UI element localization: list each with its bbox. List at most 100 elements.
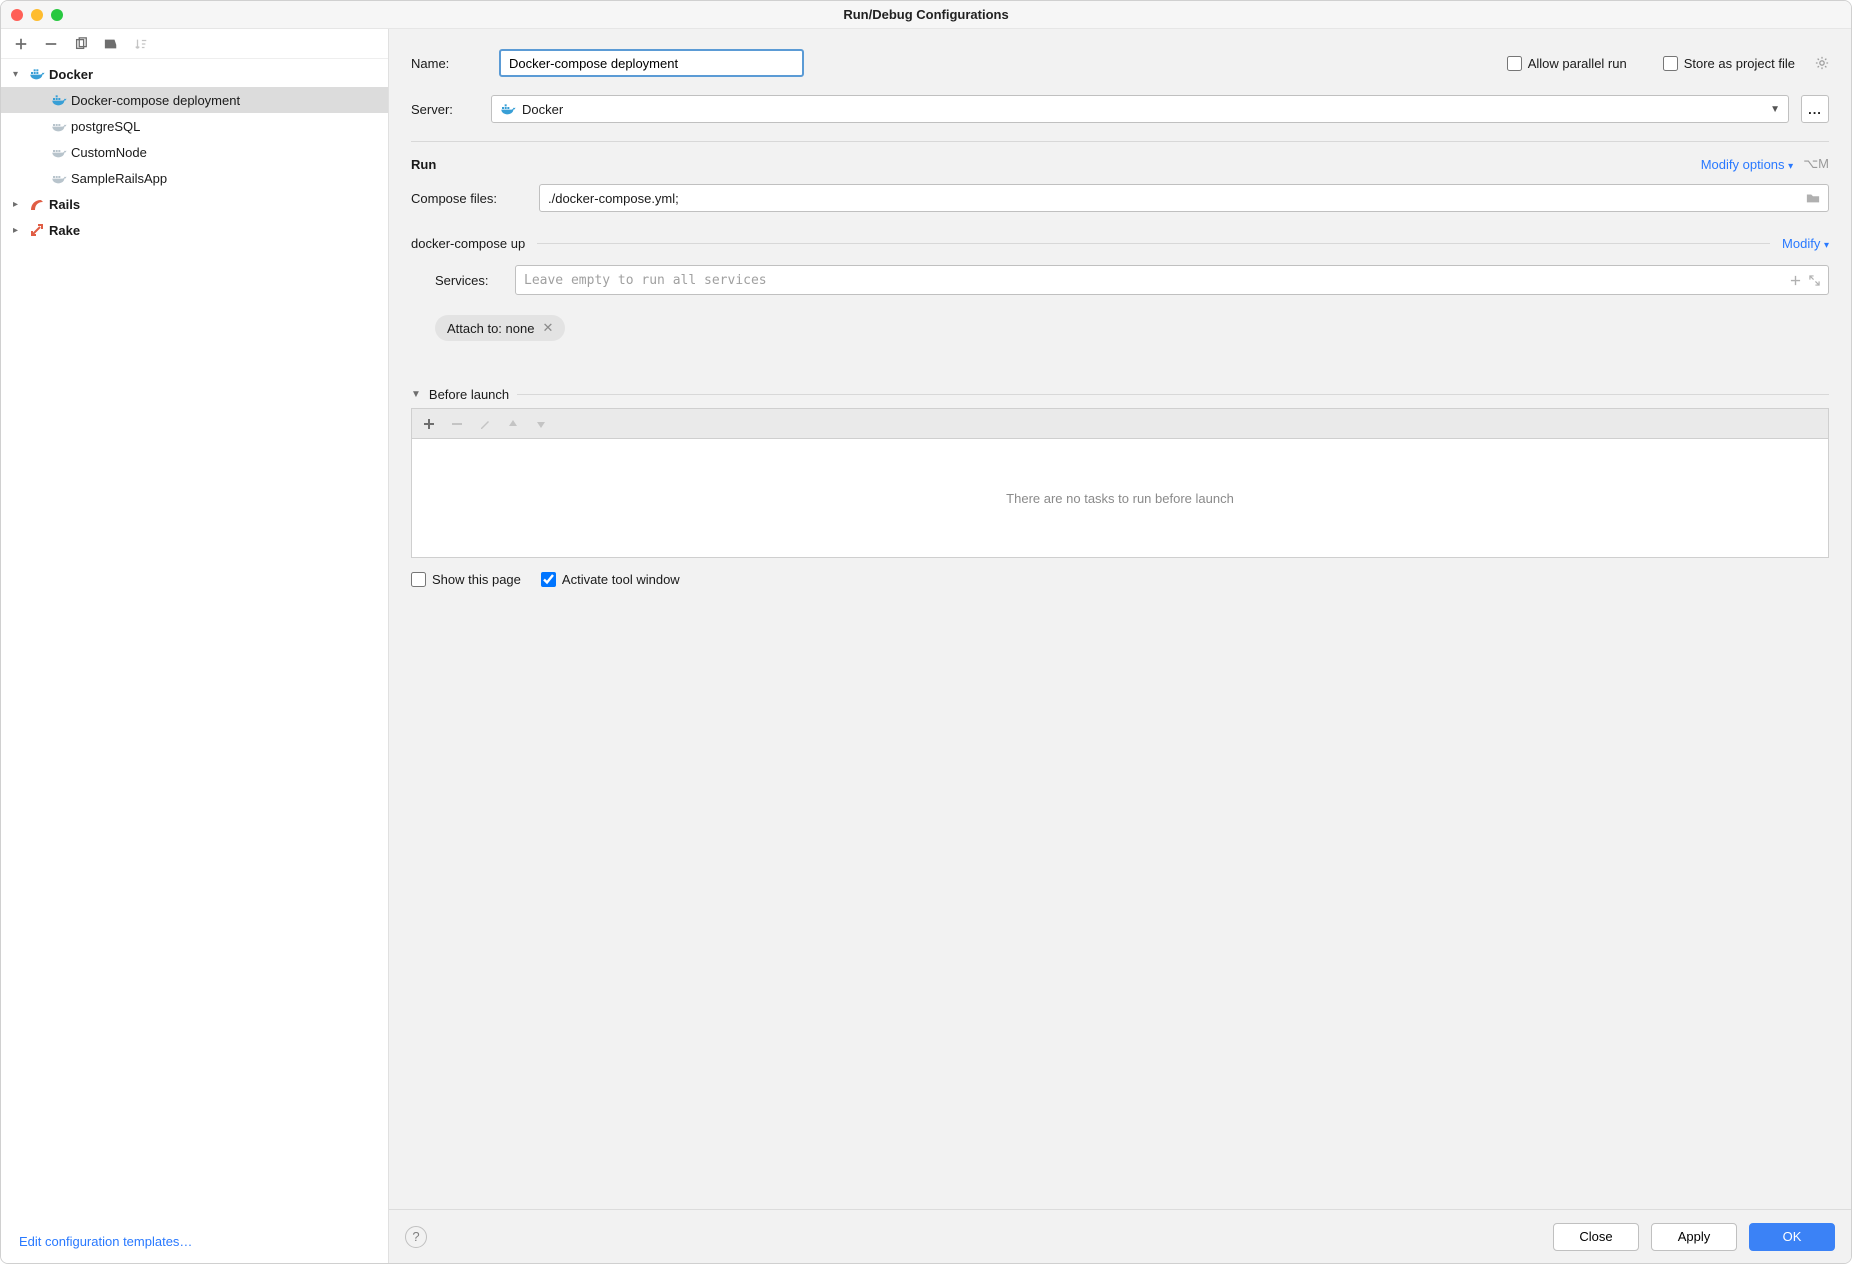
remove-task-icon[interactable] [450, 417, 464, 431]
allow-parallel-label: Allow parallel run [1528, 56, 1627, 71]
before-launch-toolbar [411, 408, 1829, 438]
services-input[interactable]: Leave empty to run all services [515, 265, 1829, 295]
show-this-page-label: Show this page [432, 572, 521, 587]
tree-group-rake[interactable]: ▸ Rake [1, 217, 388, 243]
server-value: Docker [522, 102, 563, 117]
store-as-project-label: Store as project file [1684, 56, 1795, 71]
before-launch-section: ▼ Before launch There are no tasks to ru… [411, 387, 1829, 558]
docker-icon [500, 101, 516, 117]
chevron-down-icon: ▾ [1824, 240, 1829, 251]
before-launch-title: Before launch [429, 387, 509, 402]
show-this-page-input[interactable] [411, 572, 426, 587]
tree-item-samplerails[interactable]: SampleRailsApp [1, 165, 388, 191]
allow-parallel-checkbox[interactable]: Allow parallel run [1507, 56, 1627, 71]
allow-parallel-input[interactable] [1507, 56, 1522, 71]
chevron-right-icon: ▸ [13, 199, 25, 210]
chevron-down-icon: ▾ [1788, 161, 1793, 172]
window-controls [11, 9, 63, 21]
folder-icon[interactable] [1806, 191, 1820, 205]
copy-config-icon[interactable] [73, 36, 89, 52]
plus-icon[interactable] [1790, 275, 1801, 286]
move-up-icon[interactable] [506, 417, 520, 431]
rake-icon [29, 222, 45, 238]
config-form: Name: Allow parallel run Store as projec… [389, 29, 1851, 1263]
edit-templates-link[interactable]: Edit configuration templates… [19, 1234, 192, 1249]
docker-compose-up-header: docker-compose up Modify ▾ [411, 236, 1829, 251]
tree-group-rails[interactable]: ▸ Rails [1, 191, 388, 217]
tree-item-label: CustomNode [71, 145, 147, 160]
tree-group-label: Rails [49, 197, 80, 212]
add-task-icon[interactable] [422, 417, 436, 431]
name-label: Name: [411, 56, 479, 71]
tree-item-label: postgreSQL [71, 119, 140, 134]
compose-files-row: Compose files: ./docker-compose.yml; [411, 184, 1829, 212]
ok-button[interactable]: OK [1749, 1223, 1835, 1251]
dialog-footer: ? Close Apply OK [389, 1209, 1851, 1263]
config-tree: ▾ Docker Docker-compose deployment [1, 59, 388, 1220]
move-down-icon[interactable] [534, 417, 548, 431]
services-label: Services: [435, 273, 501, 288]
window-title: Run/Debug Configurations [1, 7, 1851, 22]
tree-item-customnode[interactable]: CustomNode [1, 139, 388, 165]
activate-tool-input[interactable] [541, 572, 556, 587]
close-icon[interactable]: ✕ [542, 320, 553, 336]
show-this-page-checkbox[interactable]: Show this page [411, 572, 521, 587]
close-button[interactable]: Close [1553, 1223, 1639, 1251]
apply-button[interactable]: Apply [1651, 1223, 1737, 1251]
docker-compose-up-title: docker-compose up [411, 236, 525, 251]
minimize-window-icon[interactable] [31, 9, 43, 21]
ellipsis-label: ... [1808, 102, 1822, 117]
remove-config-icon[interactable] [43, 36, 59, 52]
compose-files-label: Compose files: [411, 191, 523, 206]
name-input[interactable] [499, 49, 804, 77]
run-section-header: Run Modify options ▾ ⌥M [411, 156, 1829, 172]
chevron-down-icon: ▼ [1770, 104, 1780, 115]
server-row: Server: Docker ▼ ... [411, 95, 1829, 123]
chevron-down-icon[interactable]: ▼ [411, 389, 421, 400]
expand-icon[interactable] [1809, 275, 1820, 286]
tree-item-label: Docker-compose deployment [71, 93, 240, 108]
sidebar-toolbar [1, 29, 388, 59]
sidebar-footer: Edit configuration templates… [1, 1220, 388, 1263]
save-config-icon[interactable] [103, 36, 119, 52]
docker-icon [51, 118, 67, 134]
modify-options-label: Modify options [1701, 157, 1785, 172]
chevron-down-icon: ▾ [13, 69, 25, 80]
compose-files-value: ./docker-compose.yml; [548, 191, 679, 206]
help-icon[interactable]: ? [405, 1226, 427, 1248]
activate-tool-checkbox[interactable]: Activate tool window [541, 572, 680, 587]
attach-chip-label: Attach to: none [447, 321, 534, 336]
docker-icon [29, 66, 45, 82]
server-select[interactable]: Docker ▼ [491, 95, 1789, 123]
edit-task-icon[interactable] [478, 417, 492, 431]
close-window-icon[interactable] [11, 9, 23, 21]
below-options: Show this page Activate tool window [411, 572, 1829, 587]
services-row: Services: Leave empty to run all service… [411, 265, 1829, 295]
zoom-window-icon[interactable] [51, 9, 63, 21]
dialog-body: ▾ Docker Docker-compose deployment [1, 29, 1851, 1263]
docker-icon [51, 170, 67, 186]
gear-icon[interactable] [1815, 56, 1829, 70]
sort-config-icon[interactable] [133, 36, 149, 52]
before-launch-empty-text: There are no tasks to run before launch [1006, 491, 1234, 506]
tree-item-docker-compose-deployment[interactable]: Docker-compose deployment [1, 87, 388, 113]
docker-icon [51, 144, 67, 160]
add-config-icon[interactable] [13, 36, 29, 52]
compose-files-input[interactable]: ./docker-compose.yml; [539, 184, 1829, 212]
attach-chip[interactable]: Attach to: none ✕ [435, 315, 565, 341]
tree-group-docker[interactable]: ▾ Docker [1, 61, 388, 87]
dc-up-modify-link[interactable]: Modify ▾ [1782, 236, 1829, 251]
tree-item-label: SampleRailsApp [71, 171, 167, 186]
services-placeholder: Leave empty to run all services [524, 273, 767, 288]
server-browse-button[interactable]: ... [1801, 95, 1829, 123]
modify-options-link[interactable]: Modify options ▾ [1701, 157, 1793, 172]
tree-item-postgresql[interactable]: postgreSQL [1, 113, 388, 139]
dc-up-modify-label: Modify [1782, 236, 1820, 251]
rails-icon [29, 196, 45, 212]
store-as-project-input[interactable] [1663, 56, 1678, 71]
activate-tool-label: Activate tool window [562, 572, 680, 587]
tree-group-label: Docker [49, 67, 93, 82]
store-as-project-checkbox[interactable]: Store as project file [1663, 56, 1795, 71]
server-label: Server: [411, 102, 479, 117]
tree-group-label: Rake [49, 223, 80, 238]
